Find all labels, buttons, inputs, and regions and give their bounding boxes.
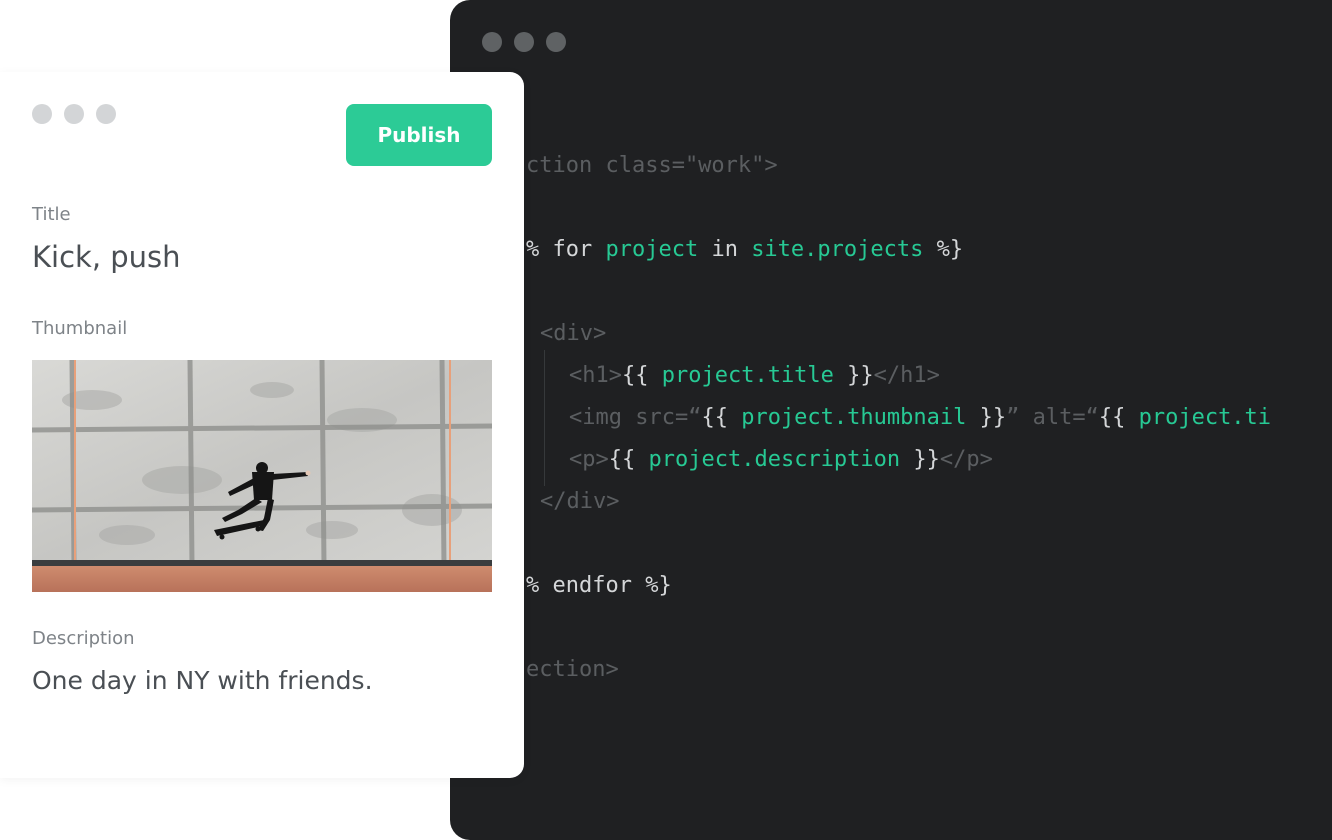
code-token: </h1> [873,363,940,388]
code-token: ction class="work"> [526,153,778,178]
publish-button[interactable]: Publish [346,104,492,166]
window-controls [32,104,116,124]
thumbnail-image[interactable] [32,360,492,592]
code-token: }} [900,447,940,472]
indent-guide [544,350,545,486]
code-token: ” alt=“ [1006,405,1099,430]
code-token: <h1> [569,363,622,388]
code-token: </p> [939,447,993,472]
code-line-section-open: ction class="work"> [526,151,778,181]
code-line-p: <p>{{ project.description }}</p> [569,445,993,475]
code-token: ection> [526,657,619,682]
code-token: % for [526,237,606,262]
thumbnail-photo [32,360,492,592]
code-token: {{ [1098,405,1139,430]
code-token: {{ [701,405,742,430]
code-line-div-open: <div> [540,319,606,349]
code-line-img: <img src=“{{ project.thumbnail }}” alt=“… [569,403,1271,433]
code-token: in [698,237,752,262]
window-dot-icon [32,104,52,124]
code-token: <img src=“ [569,405,702,430]
code-token: project.description [648,447,901,472]
cms-editor-card: Publish Title Kick, push Thumbnail Descr… [0,72,524,778]
window-dot-icon [64,104,84,124]
marketing-illustration: ction class="work"> % for project in sit… [0,0,1332,840]
code-token: site.projects [751,237,924,262]
code-line-for-loop: % for project in site.projects %} [526,235,963,265]
code-line-h1: <h1>{{ project.title }}</h1> [569,361,940,391]
code-token: %} [923,237,964,262]
description-label: Description [32,628,135,649]
code-token: </div> [540,489,620,514]
code-token: {{ [621,363,662,388]
code-token: {{ [608,447,649,472]
code-line-div-close: </div> [540,487,619,517]
window-dot-icon [96,104,116,124]
code-token: project.thumbnail [741,405,967,430]
title-field[interactable]: Kick, push [32,240,181,274]
code-line-section-close: ection> [526,655,619,685]
code-token: <div> [540,321,607,346]
code-line-endfor: % endfor %} [526,571,672,601]
code-token: }} [833,363,874,388]
title-label: Title [32,204,71,225]
code-token: project.ti [1138,405,1272,430]
code-token: }} [966,405,1007,430]
code-token: <p> [569,447,609,472]
code-token: project.title [661,363,834,388]
code-token: project [605,237,699,262]
description-field[interactable]: One day in NY with friends. [32,666,373,695]
code-token: % endfor %} [526,573,672,598]
thumbnail-label: Thumbnail [32,318,128,339]
